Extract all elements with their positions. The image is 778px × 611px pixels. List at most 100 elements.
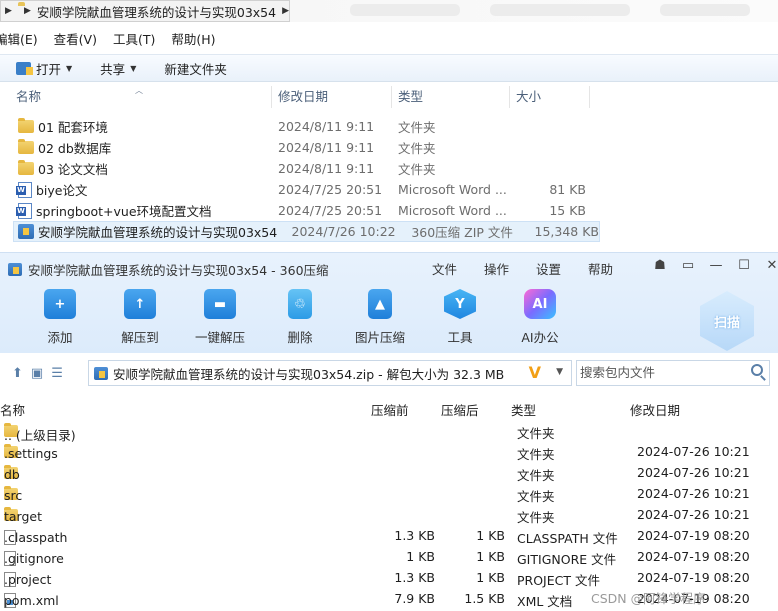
column-size[interactable]: 大小 xyxy=(510,86,590,108)
scan-button[interactable]: 扫描 xyxy=(700,291,754,351)
file-date: 2024/7/25 20:51 xyxy=(278,203,383,218)
file-date: 2024/7/25 20:51 xyxy=(278,182,383,197)
extract-to-button[interactable]: ↑ 解压到 xyxy=(100,289,180,346)
archive-entry-type: GITIGNORE 文件 xyxy=(517,552,617,567)
archive-entry-name: .classpath xyxy=(4,530,68,545)
column-date[interactable]: 修改日期 xyxy=(272,86,392,108)
breadcrumb-current[interactable]: 安顺学院献血管理系统的设计与实现03x54 xyxy=(37,2,276,21)
archive-entry-date: 2024-07-19 08:20 xyxy=(637,570,750,585)
archive-entry-type: XML 文档 xyxy=(517,594,573,609)
archive-row[interactable]: .project 1.3 KB 1 KB PROJECT 文件 2024-07-19 0… xyxy=(0,567,778,588)
zip-nav-row: ⬆ ▣ ☰ 安顺学院献血管理系统的设计与实现03x54.zip - 解包大小为 … xyxy=(0,357,778,389)
archive-row[interactable]: .settings 文件夹 2024-07-26 10:21 xyxy=(0,441,778,462)
file-date: 2024/8/11 9:11 xyxy=(278,140,375,155)
archive-file-list: .. (上级目录) 文件夹 .settings 文件夹 2024-07-26 10:21… xyxy=(0,420,778,609)
archive-entry-date: 2024-07-26 10:21 xyxy=(637,444,750,459)
ai-office-button[interactable]: AI AI办公 xyxy=(500,289,580,346)
archive-row[interactable]: .gitignore 1 KB 1 KB GITIGNORE 文件 2024-07-19… xyxy=(0,546,778,567)
open-button[interactable]: 打开 ▼ xyxy=(16,59,72,78)
archive-row[interactable]: .. (上级目录) 文件夹 xyxy=(0,420,778,443)
menu-help[interactable]: 帮助(H) xyxy=(171,30,225,50)
archive-path-text: 安顺学院献血管理系统的设计与实现03x54.zip - 解包大小为 32.3 M… xyxy=(113,366,505,382)
zip-column-compressed[interactable]: 压缩前 xyxy=(371,400,409,419)
zip-column-headers: 名称 压缩前 压缩后 类型 修改日期 xyxy=(0,398,778,418)
close-icon[interactable]: ✕ xyxy=(758,258,778,273)
address-bar[interactable]: ▶ ▶ 安顺学院献血管理系统的设计与实现03x54 ▶ xyxy=(0,0,290,22)
folder-icon xyxy=(18,160,34,175)
file-row[interactable]: springboot+vue环境配置文档 2024/7/25 20:51 Micro… xyxy=(0,200,778,221)
scan-label: 扫描 xyxy=(713,315,740,331)
maximize-icon[interactable]: ☐ xyxy=(730,258,758,273)
archive-entry-type: 文件夹 xyxy=(517,447,555,462)
column-type[interactable]: 类型 xyxy=(392,86,510,108)
list-view-icon[interactable]: ☰ xyxy=(51,366,63,381)
feedback-icon[interactable]: ▭ xyxy=(674,258,702,273)
tools-label: 工具 xyxy=(447,330,473,345)
archive-entry-date: 2024-07-26 10:21 xyxy=(637,507,750,522)
archive-entry-type: PROJECT 文件 xyxy=(517,573,600,588)
tools-button[interactable]: Y 工具 xyxy=(420,289,500,346)
image-compress-button[interactable]: ▲ 图片压缩 xyxy=(340,289,420,346)
archive-entry-type: 文件夹 xyxy=(517,510,555,525)
one-click-extract-icon: ▬ xyxy=(204,289,236,319)
delete-button[interactable]: ♲ 删除 xyxy=(260,289,340,346)
archive-entry-type: 文件夹 xyxy=(517,468,555,483)
file-row[interactable]: 安顺学院献血管理系统的设计与实现03x54 2024/7/26 10:22 360压… xyxy=(13,221,600,242)
file-date: 2024/8/11 9:11 xyxy=(278,161,375,176)
archive-entry-name: .settings xyxy=(4,446,58,461)
verified-icon: V xyxy=(528,363,541,382)
archive-path-field[interactable]: 安顺学院献血管理系统的设计与实现03x54.zip - 解包大小为 32.3 M… xyxy=(88,360,572,386)
archive-search-input[interactable]: 搜索包内文件 xyxy=(576,360,770,386)
chevron-down-icon[interactable]: ▼ xyxy=(556,367,563,377)
search-icon[interactable] xyxy=(751,364,763,376)
file-row[interactable]: biye论文 2024/7/25 20:51 Microsoft Word ... 8… xyxy=(0,179,778,200)
archive-row[interactable]: src 文件夹 2024-07-26 10:21 xyxy=(0,483,778,504)
size-before: 7.9 KB xyxy=(394,591,435,606)
command-bar: 打开 ▼ 共享 ▼ 新建文件夹 xyxy=(0,54,778,82)
nav-arrow-icon[interactable]: ▶ xyxy=(5,6,12,16)
file-type: 文件夹 xyxy=(398,141,436,156)
menu-operate[interactable]: 操作 xyxy=(484,259,536,278)
file-name: 02 db数据库 xyxy=(38,141,112,156)
one-click-extract-button[interactable]: ▬ 一键解压 xyxy=(180,289,260,346)
zip-column-name[interactable]: 名称 xyxy=(0,400,25,419)
share-label: 共享 xyxy=(100,61,126,77)
zip-menu: 文件 操作 设置 帮助 xyxy=(432,259,640,278)
zip-header: 安顺学院献血管理系统的设计与实现03x54 - 360压缩 文件 操作 设置 帮… xyxy=(0,253,778,353)
menu-help[interactable]: 帮助 xyxy=(588,259,640,278)
add-button[interactable]: + 添加 xyxy=(20,289,100,346)
add-label: 添加 xyxy=(47,330,73,345)
breadcrumb-arrow-icon[interactable]: ▶ xyxy=(24,6,31,16)
file-row[interactable]: 02 db数据库 2024/8/11 9:11 文件夹 xyxy=(0,137,778,158)
breadcrumb-arrow-icon[interactable]: ▶ xyxy=(282,6,289,16)
share-button[interactable]: 共享 ▼ xyxy=(100,59,136,78)
file-date: 2024/8/11 9:11 xyxy=(278,119,375,134)
up-arrow-icon[interactable]: ⬆ xyxy=(12,366,23,381)
menu-view[interactable]: 查看(V) xyxy=(54,30,107,50)
menu-edit[interactable]: 编辑(E) xyxy=(0,30,48,50)
zip-column-type[interactable]: 类型 xyxy=(511,400,536,419)
archive-entry-type: 文件夹 xyxy=(517,426,555,441)
menu-file[interactable]: 文件 xyxy=(432,259,484,278)
zip-column-date[interactable]: 修改日期 xyxy=(630,400,680,419)
menu-settings[interactable]: 设置 xyxy=(536,259,588,278)
archive-entry-type: 文件夹 xyxy=(517,489,555,504)
archive-row[interactable]: target 文件夹 2024-07-26 10:21 xyxy=(0,504,778,525)
column-name[interactable]: ︿ 名称 xyxy=(0,86,272,108)
image-compress-label: 图片压缩 xyxy=(354,330,405,345)
word-doc-icon xyxy=(16,181,32,198)
minimize-icon[interactable]: — xyxy=(702,258,730,273)
menu-tools[interactable]: 工具(T) xyxy=(113,30,165,50)
skin-icon[interactable]: ☗ xyxy=(646,258,674,273)
zip-column-uncompressed[interactable]: 压缩后 xyxy=(441,400,479,419)
file-list: 01 配套环境 2024/8/11 9:11 文件夹 02 db数据库 2024/8/1… xyxy=(0,116,778,242)
file-row[interactable]: 03 论文文档 2024/8/11 9:11 文件夹 xyxy=(0,158,778,179)
new-folder-button[interactable]: 新建文件夹 xyxy=(164,59,227,78)
archive-row[interactable]: .classpath 1.3 KB 1 KB CLASSPATH 文件 2024-07-… xyxy=(0,525,778,546)
file-name: 01 配套环境 xyxy=(38,120,108,135)
file-row[interactable]: 01 配套环境 2024/8/11 9:11 文件夹 xyxy=(0,116,778,137)
file-explorer-window: ▶ ▶ 安顺学院献血管理系统的设计与实现03x54 ▶ 编辑(E) 查看(V) … xyxy=(0,0,778,250)
thumbnail-view-icon[interactable]: ▣ xyxy=(31,366,43,381)
size-before: 1.3 KB xyxy=(394,528,435,543)
archive-row[interactable]: db 文件夹 2024-07-26 10:21 xyxy=(0,462,778,483)
